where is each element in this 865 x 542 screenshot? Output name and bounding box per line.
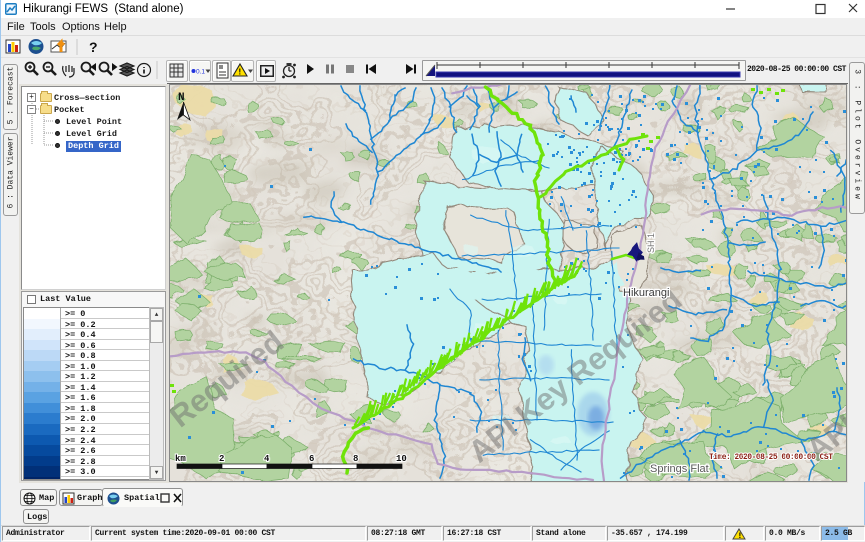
svg-text:2: 2 [219, 454, 224, 464]
svg-text:!: ! [738, 532, 743, 540]
svg-text:6: 6 [309, 454, 314, 464]
svg-text:Time: 2020-08-25 00:00:00 CST: Time: 2020-08-25 00:00:00 CST [709, 453, 833, 462]
svg-text:km: km [175, 454, 186, 464]
svg-text:8: 8 [353, 454, 358, 464]
svg-text:?: ? [89, 39, 98, 55]
svg-text:Hikurangi: Hikurangi [623, 287, 669, 299]
svg-text:4: 4 [264, 454, 270, 464]
svg-text:SH 1: SH 1 [646, 233, 656, 253]
svg-text:10: 10 [396, 454, 407, 464]
svg-text:Springs Flat: Springs Flat [650, 463, 709, 475]
